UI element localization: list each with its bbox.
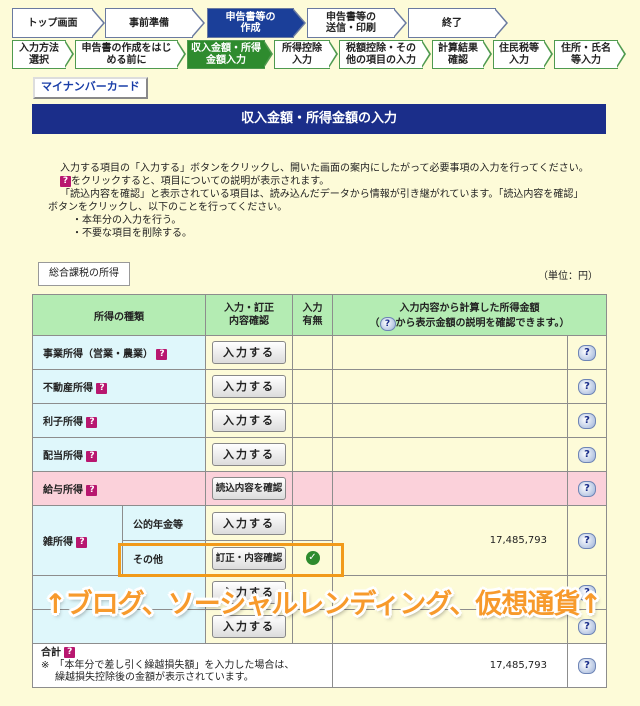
table-row-total: 合計 ? ※ 「本年分で差し引く繰越損失額」を入力した場合は、 繰越損失控除後の…: [32, 643, 607, 688]
question-icon[interactable]: ?: [86, 484, 98, 496]
table-row: 事業所得（営業・農業） ? 入力する ?: [32, 335, 607, 370]
step-preparation[interactable]: 事前準備: [105, 8, 205, 38]
step-label: 申告書等の 送信・印刷: [326, 12, 376, 34]
substep-label: 税額控除・その 他の項目の入力: [346, 42, 416, 66]
instruction-line: ・本年分の入力を行う。: [72, 215, 182, 226]
kind-label: 配当所得: [43, 451, 83, 462]
help-icon[interactable]: ?: [578, 532, 596, 549]
read-content-button[interactable]: 読込内容を確認: [212, 477, 286, 500]
help-icon[interactable]: ?: [578, 378, 596, 395]
table-row: 雑所得 ? 公的年金等 入力する 17,485,793 ?: [32, 505, 607, 576]
kind-label: 事業所得（営業・農業）: [43, 349, 153, 360]
header-input: 入力・訂正 内容確認: [205, 294, 293, 336]
help-icon[interactable]: ?: [578, 412, 596, 429]
header-amount-line2: から表示金額の説明を確認できます。）: [395, 318, 570, 329]
header-amount-line1: 入力内容から計算した所得金額: [399, 303, 540, 314]
input-button[interactable]: 入力する: [212, 409, 286, 432]
unit-label: （単位：円）: [538, 271, 598, 282]
instruction-line: をクリックすると、項目についての説明が表示されます。: [71, 176, 330, 187]
table-row: 配当所得 ? 入力する ?: [32, 437, 607, 472]
substep-resident-tax[interactable]: 住民税等 入力: [493, 40, 553, 69]
step-create-return[interactable]: 申告書等の 作成: [207, 8, 306, 38]
kind-cell: 事業所得（営業・農業） ?: [32, 335, 206, 370]
question-icon[interactable]: ?: [96, 382, 108, 394]
question-icon[interactable]: ?: [86, 450, 98, 462]
step-label: 申告書等の 作成: [225, 12, 276, 34]
instruction-line: ・不要な項目を削除する。: [72, 228, 192, 239]
page-title: 収入金額・所得金額の入力: [32, 104, 606, 134]
header-status: 入力 有無: [292, 294, 333, 336]
question-icon: ?: [60, 175, 71, 187]
substep-label: 入力方法 選択: [19, 42, 59, 66]
help-icon[interactable]: ?: [578, 446, 596, 463]
substep-label: 住民税等 入力: [499, 42, 539, 66]
kind-label: 給与所得: [43, 485, 83, 496]
total-label: 合計: [41, 647, 61, 659]
step-send-print[interactable]: 申告書等の 送信・印刷: [307, 8, 407, 38]
substep-address-name[interactable]: 住所・氏名 等入力: [554, 40, 626, 69]
kind-label: 雑所得: [43, 537, 73, 548]
header-paren: （: [369, 318, 380, 329]
instruction-line: 入力する項目の「入力する」ボタンをクリックし、開いた画面の案内にしたがって必要事…: [60, 163, 589, 174]
total-note: ※ 「本年分で差し引く繰越損失額」を入力した場合は、: [41, 659, 295, 671]
step-label: 事前準備: [129, 17, 169, 29]
kind-label: 不動産所得: [43, 383, 93, 394]
substep-deduction[interactable]: 所得控除 入力: [274, 40, 338, 69]
substep-result[interactable]: 計算結果 確認: [432, 40, 492, 69]
header-amount: 入力内容から計算した所得金額 （? から表示金額の説明を確認できます。）: [332, 294, 607, 336]
substep-before-start[interactable]: 申告書の作成をはじ める前に: [75, 40, 186, 69]
header-kind: 所得の種類: [32, 294, 206, 336]
substep-tax-credit[interactable]: 税額控除・その 他の項目の入力: [339, 40, 431, 69]
input-button[interactable]: 入力する: [212, 341, 286, 364]
substep-income-input[interactable]: 収入金額・所得 金額入力: [187, 40, 273, 69]
table-row: 不動産所得 ? 入力する ?: [32, 369, 607, 404]
help-icon[interactable]: ?: [578, 480, 596, 497]
input-button[interactable]: 入力する: [212, 443, 286, 466]
step-finish[interactable]: 終了: [408, 8, 508, 38]
step-top-screen[interactable]: トップ画面: [12, 8, 105, 38]
overlay-caption: ↑ブログ、ソーシャルレンディング、仮想通貨↑: [44, 589, 602, 620]
step-label: 終了: [442, 17, 462, 29]
substep-label: 所得控除 入力: [282, 42, 322, 66]
kind-label: 利子所得: [43, 417, 83, 428]
input-button[interactable]: 入力する: [212, 511, 286, 535]
substep-label: 収入金額・所得 金額入力: [191, 42, 261, 66]
substep-label: 住所・氏名 等入力: [561, 42, 611, 66]
total-note: 繰越損失控除後の金額が表示されています。: [55, 671, 254, 683]
instruction-line: 「読込内容を確認」と表示されている項目は、読み込んだデータから情報が引き継がれて…: [60, 189, 584, 200]
table-row: 利子所得 ? 入力する ?: [32, 403, 607, 438]
table-row: 給与所得 ? 読込内容を確認 ?: [32, 471, 607, 506]
mynumber-card-button[interactable]: マイナンバーカード: [33, 77, 148, 99]
help-icon: ?: [379, 317, 396, 331]
question-icon[interactable]: ?: [86, 416, 98, 428]
instructions: 入力する項目の「入力する」ボタンをクリックし、開いた画面の案内にしたがって必要事…: [48, 162, 603, 240]
question-icon[interactable]: ?: [156, 348, 168, 360]
instruction-line: ボタンをクリックし、以下のことを行ってください。: [48, 202, 288, 213]
step-label: トップ画面: [27, 17, 78, 29]
substep-input-method[interactable]: 入力方法 選択: [12, 40, 74, 69]
question-icon[interactable]: ?: [76, 536, 88, 548]
substep-label: 申告書の作成をはじ める前に: [81, 42, 172, 66]
question-icon[interactable]: ?: [64, 647, 76, 659]
highlight-box: [118, 543, 344, 577]
tab-comprehensive-income[interactable]: 総合課税の所得: [38, 262, 130, 286]
misc-amount: 17,485,793: [332, 505, 568, 576]
substep-label: 計算結果 確認: [438, 42, 478, 66]
total-amount: 17,485,793: [332, 643, 568, 688]
help-icon[interactable]: ?: [578, 657, 596, 674]
help-icon[interactable]: ?: [578, 344, 596, 361]
input-button[interactable]: 入力する: [212, 375, 286, 398]
kind-label: 公的年金等: [133, 519, 183, 531]
